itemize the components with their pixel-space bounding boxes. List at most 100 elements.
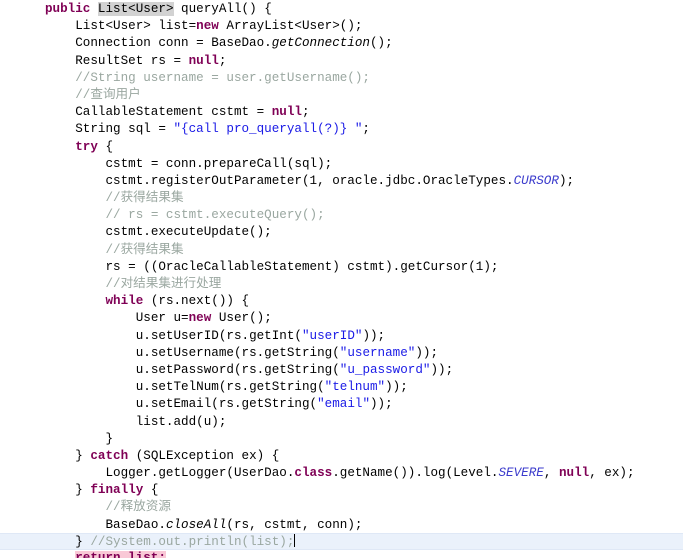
code-line[interactable]: public List<User> queryAll() { bbox=[0, 1, 683, 18]
code-token: //对结果集进行处理 bbox=[105, 277, 222, 291]
code-token: Connection conn = BaseDao. bbox=[75, 36, 272, 51]
code-token: queryAll() { bbox=[173, 2, 272, 16]
code-token: List<User> bbox=[97, 2, 174, 16]
code-token: null bbox=[188, 53, 219, 68]
code-line[interactable]: //对结果集进行处理 bbox=[0, 276, 683, 293]
code-line[interactable]: cstmt.registerOutParameter(1, oracle.jdb… bbox=[0, 173, 683, 190]
code-line[interactable]: while (rs.next()) { bbox=[0, 293, 683, 310]
code-editor-viewport[interactable]: public List<User> queryAll() { List<User… bbox=[0, 0, 683, 558]
code-line[interactable]: User u=new User(); bbox=[0, 310, 683, 327]
code-token: //释放资源 bbox=[105, 500, 171, 515]
code-line[interactable]: List<User> list=new ArrayList<User>(); bbox=[0, 18, 683, 35]
code-token: (rs, cstmt, conn); bbox=[226, 517, 363, 532]
code-token: "telnum" bbox=[324, 380, 386, 395]
code-line[interactable]: String sql = "{call pro_queryall(?)} "; bbox=[0, 121, 683, 138]
code-token: u.setEmail(rs.getString( bbox=[135, 397, 318, 412]
code-token: list.add(u); bbox=[135, 414, 227, 429]
code-token: "email" bbox=[317, 397, 370, 412]
code-token: ResultSet rs = bbox=[75, 53, 189, 68]
code-token: , bbox=[543, 466, 559, 481]
code-token: null bbox=[271, 105, 302, 120]
code-token: "{call pro_queryall(?)} " bbox=[173, 122, 363, 137]
code-line[interactable]: CallableStatement cstmt = null; bbox=[0, 104, 683, 121]
code-line[interactable]: //获得结果集 bbox=[0, 190, 683, 207]
code-token: new bbox=[196, 19, 219, 34]
code-token: BaseDao. bbox=[105, 517, 166, 532]
code-line[interactable]: list.add(u); bbox=[0, 414, 683, 431]
code-token: "username" bbox=[339, 345, 416, 360]
code-token: )); bbox=[362, 328, 386, 343]
code-line[interactable]: } //System.out.println(list); bbox=[0, 532, 683, 550]
code-token: { bbox=[97, 139, 114, 154]
code-token: null bbox=[558, 466, 590, 481]
code-token: } bbox=[75, 534, 91, 549]
code-line[interactable]: try { bbox=[0, 139, 683, 156]
code-token: cstmt = conn.prepareCall(sql); bbox=[105, 156, 333, 171]
code-token: SEVERE bbox=[498, 466, 544, 481]
code-line[interactable]: cstmt.executeUpdate(); bbox=[0, 224, 683, 241]
code-token: )); bbox=[430, 362, 454, 377]
code-token: //获得结果集 bbox=[105, 191, 184, 206]
code-token: // rs = cstmt.executeQuery(); bbox=[105, 208, 325, 223]
code-token: )); bbox=[370, 397, 393, 412]
code-line[interactable]: u.setUsername(rs.getString("username")); bbox=[0, 345, 683, 362]
code-line[interactable]: //获得结果集 bbox=[0, 242, 683, 259]
code-line[interactable]: rs = ((OracleCallableStatement) cstmt).g… bbox=[0, 259, 683, 276]
code-token: ; bbox=[362, 122, 370, 137]
code-line[interactable]: //String username = user.getUsername(); bbox=[0, 70, 683, 87]
code-line[interactable]: BaseDao.closeAll(rs, cstmt, conn); bbox=[0, 517, 683, 534]
code-token: class bbox=[294, 466, 333, 481]
code-line[interactable]: u.setEmail(rs.getString("email")); bbox=[0, 396, 683, 413]
code-token: { bbox=[143, 483, 159, 498]
code-token: public bbox=[45, 2, 91, 16]
code-token: u.setTelNum(rs.getString( bbox=[135, 380, 325, 395]
code-token: //String username = user.getUsername(); bbox=[75, 70, 370, 85]
code-line[interactable]: } catch (SQLException ex) { bbox=[0, 448, 683, 465]
code-token: finally bbox=[90, 483, 144, 498]
code-line[interactable]: // rs = cstmt.executeQuery(); bbox=[0, 207, 683, 224]
code-line[interactable]: //释放资源 bbox=[0, 499, 683, 516]
code-token: , ex); bbox=[589, 466, 635, 481]
code-lines-container[interactable]: public List<User> queryAll() { List<User… bbox=[0, 1, 683, 558]
code-line[interactable]: Connection conn = BaseDao.getConnection(… bbox=[0, 35, 683, 52]
code-line[interactable]: Logger.getLogger(UserDao.class.getName()… bbox=[0, 465, 683, 482]
code-line[interactable]: u.setTelNum(rs.getString("telnum")); bbox=[0, 379, 683, 396]
code-token: List<User> list= bbox=[75, 19, 197, 34]
code-token: CallableStatement cstmt = bbox=[75, 105, 272, 120]
code-line[interactable]: return list; bbox=[0, 550, 683, 558]
code-line[interactable]: ResultSet rs = null; bbox=[0, 53, 683, 70]
code-line[interactable]: } finally { bbox=[0, 482, 683, 499]
code-line[interactable]: cstmt = conn.prepareCall(sql); bbox=[0, 156, 683, 173]
code-line[interactable]: u.setUserID(rs.getInt("userID")); bbox=[0, 328, 683, 345]
code-line[interactable]: u.setPassword(rs.getString("u_password")… bbox=[0, 362, 683, 379]
code-token: (); bbox=[369, 36, 393, 51]
code-token: new bbox=[188, 311, 212, 326]
code-token: ; bbox=[218, 53, 227, 68]
code-token: } bbox=[105, 431, 114, 446]
code-token: String sql = bbox=[75, 122, 174, 137]
code-line[interactable]: //查询用户 bbox=[0, 87, 683, 104]
code-token: u.setUserID(rs.getInt( bbox=[135, 328, 302, 343]
code-token: cstmt.registerOutParameter(1, oracle.jdb… bbox=[105, 173, 514, 188]
code-line[interactable]: } bbox=[0, 431, 683, 448]
